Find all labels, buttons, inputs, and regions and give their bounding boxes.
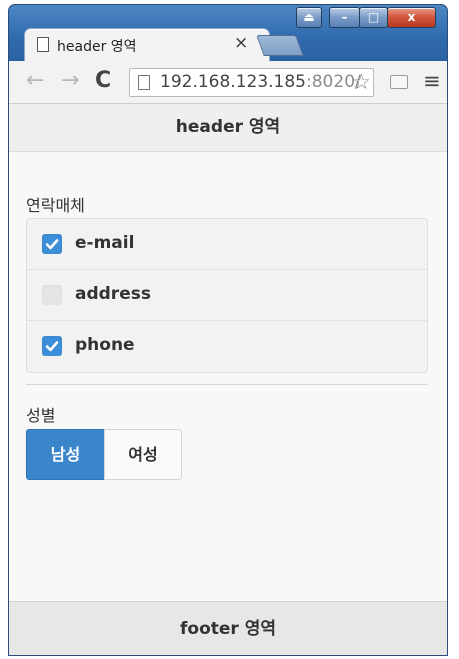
contact-label: 연락매체	[26, 196, 85, 215]
close-icon: x	[407, 10, 416, 24]
address-bar[interactable]: 192.168.123.185:8020/ ☆	[129, 68, 374, 97]
checkbox-item-email[interactable]: e-mail	[27, 219, 427, 270]
gender-option-male[interactable]: 남성	[26, 429, 105, 480]
maximize-icon: □	[367, 10, 380, 24]
minimize-button[interactable]: –	[329, 7, 360, 28]
contact-checkbox-list: e-mail address phone	[26, 218, 428, 373]
tab-title: header 영역	[57, 39, 137, 55]
checkbox-item-address[interactable]: address	[27, 270, 427, 321]
divider	[26, 384, 428, 385]
bookmark-star-icon[interactable]: ☆	[352, 70, 371, 94]
app-footer: footer 영역	[9, 601, 447, 655]
page-viewport: header 영역 연락매체 e-mail address phone 성별 남…	[9, 104, 447, 655]
app-header: header 영역	[9, 104, 447, 152]
minimize-icon: –	[341, 10, 348, 24]
maximize-button[interactable]: □	[359, 7, 388, 28]
page-icon	[37, 37, 49, 52]
new-tab-button[interactable]	[256, 35, 304, 56]
gender-segmented-control: 남성 여성	[26, 429, 182, 480]
gender-label: 성별	[26, 406, 56, 425]
checkbox-label: address	[75, 284, 151, 304]
gender-option-female[interactable]: 여성	[104, 429, 182, 480]
browser-toolbar: ← → C 192.168.123.185:8020/ ☆ ≡	[9, 61, 447, 104]
extension-icon[interactable]	[390, 75, 408, 89]
checkbox-label: phone	[75, 335, 135, 355]
title-bar: ⏏ – □ x header 영역 ×	[9, 5, 447, 61]
checkbox-email[interactable]	[42, 234, 62, 254]
close-window-button[interactable]: x	[387, 7, 436, 28]
url-text: 192.168.123.185:8020/	[160, 72, 361, 92]
reload-icon[interactable]: C	[95, 70, 111, 92]
browser-window: ⏏ – □ x header 영역 × ← → C 192.168.123.18…	[9, 5, 447, 655]
checkbox-phone[interactable]	[42, 336, 62, 356]
menu-icon[interactable]: ≡	[423, 69, 441, 93]
tab-close-icon[interactable]: ×	[234, 33, 248, 53]
user-button[interactable]: ⏏	[296, 7, 322, 28]
back-icon[interactable]: ←	[26, 70, 44, 92]
check-icon	[45, 341, 59, 352]
page-icon	[138, 75, 150, 90]
check-icon	[45, 239, 59, 250]
user-icon: ⏏	[303, 10, 315, 24]
checkbox-address[interactable]	[42, 285, 62, 305]
forward-icon[interactable]: →	[61, 70, 79, 92]
checkbox-item-phone[interactable]: phone	[27, 321, 427, 371]
checkbox-label: e-mail	[75, 233, 135, 253]
url-host: 192.168.123.185	[160, 72, 307, 92]
